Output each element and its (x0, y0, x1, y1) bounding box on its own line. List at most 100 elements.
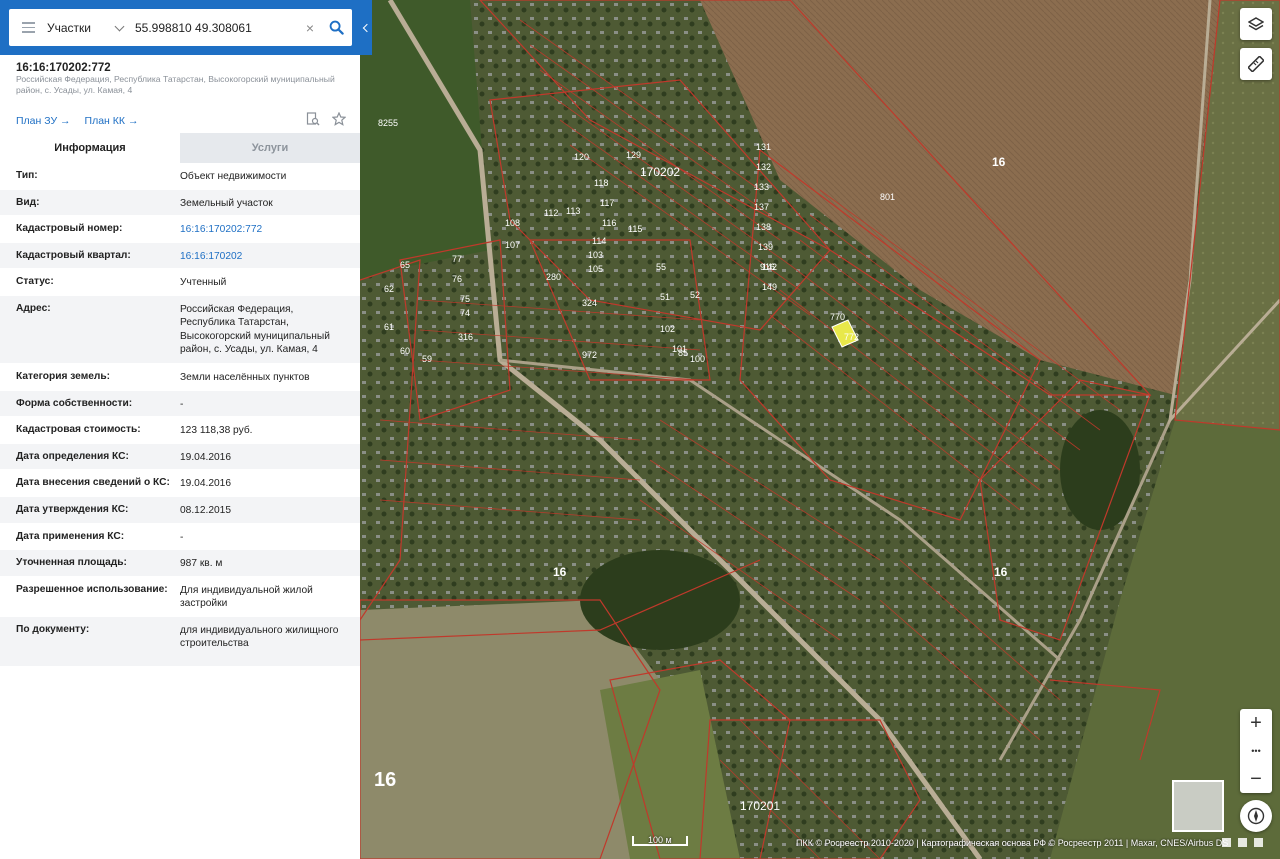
star-icon[interactable] (331, 111, 347, 126)
zone-label: 16 (553, 565, 567, 579)
info-row-value: 987 кв. м (180, 558, 223, 570)
clear-search-button[interactable]: × (300, 9, 320, 46)
plot-number-label: 61 (384, 322, 394, 332)
layer-select-label: Участки (47, 20, 91, 35)
minimap[interactable] (1172, 780, 1224, 832)
plot-number-label: 55 (656, 262, 666, 272)
scale-label: 100 м (648, 835, 672, 845)
info-row: Адрес: Российская Федерация, Республика Т… (0, 295, 360, 364)
plot-number-label: 149 (762, 282, 777, 292)
info-row-key: Категория земель: (16, 370, 111, 382)
plot-number-label: 105 (588, 264, 603, 274)
info-row-key: Тип: (16, 170, 38, 181)
plot-number-label: 103 (588, 250, 603, 260)
bottom-toolbar (1222, 838, 1263, 847)
layers-button[interactable] (1240, 8, 1272, 40)
info-row-value: Учтенный (180, 277, 227, 289)
info-row-value: 08.12.2015 (180, 504, 231, 516)
plot-number-label: 138 (756, 222, 771, 232)
plot-number-label: 60 (400, 346, 410, 356)
plot-number-label: 74 (460, 308, 470, 318)
plot-number-label: 76 (452, 274, 462, 284)
search-input[interactable] (131, 9, 300, 46)
plot-number-label: 65 (400, 260, 410, 270)
info-row: По документу: для индивидуального жилищно… (0, 616, 360, 667)
info-row: Разрешенное использование: Для индивидуал… (0, 577, 360, 617)
plot-number-label: 139 (758, 242, 773, 252)
info-row-key: Адрес: (16, 302, 51, 314)
map-attribution: ПКК © Росреестр 2010-2020 | Картографиче… (796, 838, 1229, 848)
locate-icon[interactable] (1238, 838, 1247, 847)
info-row-key: Статус: (16, 276, 54, 288)
collapse-panel-button[interactable] (360, 0, 372, 55)
info-row-key: Кадастровый квартал: (16, 249, 131, 261)
layers-icon (1248, 17, 1264, 31)
fullscreen-icon[interactable] (1254, 838, 1263, 847)
plot-number-label: 117 (600, 198, 614, 208)
chevron-down-icon (115, 23, 125, 33)
quarter-label-170202: 170202 (640, 165, 680, 179)
document-search-icon[interactable] (306, 112, 320, 126)
zoom-more-button[interactable]: ••• (1240, 737, 1272, 765)
plot-number-label: 112 (544, 208, 558, 218)
panel-actions (306, 111, 347, 126)
tab-services[interactable]: Услуги (180, 133, 360, 163)
plot-number-label: 316 (458, 332, 473, 342)
plot-number-label: 52 (690, 290, 700, 300)
info-row-key: Дата определения КС: (16, 450, 129, 462)
satellite-map[interactable]: 8255108107112105115280324316972101100525… (360, 0, 1280, 859)
plan-zu-link[interactable]: План ЗУ → (16, 115, 71, 127)
plot-number-label: 120 (574, 152, 589, 162)
plot-number-label: 102 (660, 324, 675, 334)
info-row-value: Земельный участок (180, 197, 273, 209)
zoom-out-button[interactable]: − (1240, 765, 1272, 793)
info-row-value: 123 118,38 руб. (180, 425, 253, 437)
info-row-key: Уточненная площадь: (16, 557, 127, 569)
info-row: Статус: Учтенный (0, 269, 360, 296)
plot-number-label: 770 (830, 312, 845, 322)
plan-zu-label: План ЗУ (16, 115, 58, 127)
layer-select[interactable]: Участки (47, 9, 131, 46)
quarter-label-170201: 170201 (740, 799, 780, 813)
search-icon (329, 20, 344, 35)
home-icon[interactable] (1222, 838, 1231, 847)
info-row: Дата определения КС: 19.04.2016 (0, 443, 360, 471)
tab-info[interactable]: Информация (0, 133, 180, 163)
search-box: Участки × (9, 9, 352, 46)
arrow-right-icon: → (60, 115, 71, 127)
plan-kk-link[interactable]: План КК → (85, 115, 139, 127)
info-row-value: Российская Федерация, Республика Татарст… (180, 303, 330, 356)
info-row: Кадастровый квартал: 16:16:170202 (0, 242, 360, 270)
plot-number-label: 107 (505, 240, 520, 250)
object-title: 16:16:170202:772 (16, 62, 111, 74)
info-row-key: По документу: (16, 623, 90, 635)
plot-number-label: 118 (594, 178, 608, 188)
plot-number-label: 77 (452, 254, 462, 264)
search-button[interactable] (320, 9, 352, 46)
plot-number-label: 113 (566, 206, 580, 216)
compass-button[interactable] (1240, 800, 1272, 832)
arrow-right-icon: → (127, 115, 139, 127)
info-row-value[interactable]: 16:16:170202:772 (180, 216, 346, 242)
info-row-value[interactable]: 16:16:170202 (180, 243, 346, 269)
plot-number-label: 133 (754, 182, 769, 192)
info-row-key: Разрешенное использование: (16, 583, 168, 595)
menu-icon[interactable] (9, 9, 47, 46)
info-row-value: - (180, 398, 184, 410)
info-row-value: 19.04.2016 (180, 451, 231, 463)
info-row: Дата применения КС: - (0, 524, 360, 551)
info-row-key: Дата утверждения КС: (16, 503, 129, 515)
plot-number-label: 75 (460, 294, 470, 304)
plot-number-label: 280 (546, 272, 561, 282)
search-bar: Участки × (0, 0, 360, 55)
info-row: Дата утверждения КС: 08.12.2015 (0, 496, 360, 524)
plan-kk-label: План КК (84, 115, 126, 127)
info-row-value: - (180, 531, 184, 543)
ruler-button[interactable] (1240, 48, 1272, 80)
info-row-value: для индивидуального жилищного строительс… (180, 624, 339, 650)
zone-label: 16 (994, 565, 1008, 579)
zoom-in-button[interactable]: + (1240, 709, 1272, 737)
plan-links: План ЗУ → План КК → (16, 115, 138, 127)
info-panel: Участки × 16:16:170202:772 Российская Фе… (0, 0, 360, 859)
map-view[interactable]: 8255 108 107 112 105 115 280 324 316 972 101 100 52 5… (360, 0, 1280, 859)
